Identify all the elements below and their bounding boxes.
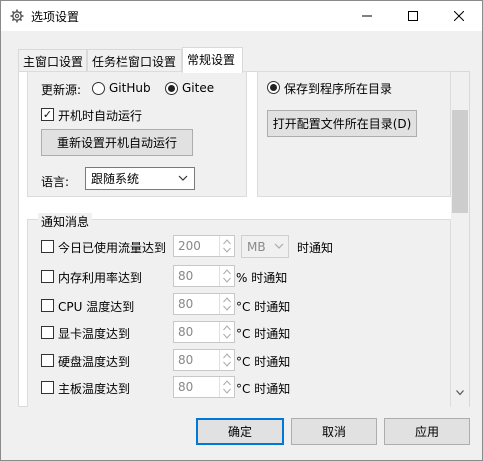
traffic-suffix: 时通知 [297,241,334,255]
update-source-label: 更新源: [41,83,82,97]
mainboard-temp-suffix: °C 时通知 [236,382,291,396]
disk-temp-checkbox[interactable] [41,354,54,367]
gear-icon [10,9,24,23]
maximize-button[interactable] [390,1,436,31]
autostart-label[interactable]: 开机时自动运行 [58,107,142,124]
cpu-temp-label[interactable]: CPU 温度达到 [58,298,134,315]
chevron-up-icon[interactable] [223,239,231,245]
unit-select-value: MB [247,239,266,254]
tab-general[interactable]: 常规设置 [182,47,243,73]
mainboard-temp-label[interactable]: 主板温度达到 [58,380,130,397]
memory-checkbox[interactable] [41,270,54,283]
spinner-value: 200 [178,239,201,253]
spinner-value: 80 [178,353,194,367]
reset-autostart-button[interactable]: 重新设置开机自动运行 [41,129,193,156]
traffic-label[interactable]: 今日已使用流量达到 [58,239,166,256]
open-config-dir-button[interactable]: 打开配置文件所在目录(D) [267,110,417,137]
chevron-down-icon[interactable] [223,305,231,311]
radio-save-to-program-dir[interactable] [267,81,280,94]
close-icon [454,11,464,21]
title-bar[interactable]: 选项设置 [1,1,482,31]
spinner-value: 80 [178,269,194,283]
cpu-temp-suffix: °C 时通知 [236,300,291,314]
chevron-down-icon[interactable] [223,247,231,253]
disk-temp-spinner[interactable]: 80 [173,349,235,371]
notify-group-title: 通知消息 [38,213,93,230]
spinner-arrows[interactable] [219,350,234,370]
radio-gitee[interactable] [165,82,178,95]
disk-temp-label[interactable]: 硬盘温度达到 [58,353,130,370]
traffic-value-spinner[interactable]: 200 [173,235,235,257]
spinner-arrows[interactable] [219,377,234,397]
minimize-button[interactable] [344,1,390,31]
close-button[interactable] [436,1,482,31]
radio-gitee-label[interactable]: Gitee [182,81,214,95]
chevron-down-icon[interactable] [223,388,231,394]
cancel-button[interactable]: 取消 [291,418,377,445]
minimize-icon [362,15,372,17]
disk-temp-suffix: °C 时通知 [236,355,291,369]
spinner-arrows[interactable] [219,322,234,342]
mainboard-temp-spinner[interactable]: 80 [173,376,235,398]
tab-taskbar-window[interactable]: 任务栏窗口设置 [87,49,182,72]
chevron-down-icon[interactable] [456,390,464,396]
tab-label: 常规设置 [187,53,236,67]
chevron-up-icon[interactable] [223,269,231,275]
chevron-down-icon[interactable] [223,361,231,367]
spinner-arrows[interactable] [219,266,234,286]
chevron-up-icon[interactable] [223,353,231,359]
ok-button[interactable]: 确定 [196,418,284,445]
spinner-value: 80 [178,297,194,311]
language-label: 语言: [41,175,70,189]
options-dialog: 选项设置 主窗口设置 任务栏窗口设置 常规设置 更新源: GitHub Gite… [0,0,483,461]
gpu-temp-suffix: °C 时通知 [236,327,291,341]
tab-main-window[interactable]: 主窗口设置 [18,49,87,72]
traffic-unit-select[interactable]: MB [241,235,289,258]
memory-spinner[interactable]: 80 [173,265,235,287]
cpu-temp-spinner[interactable]: 80 [173,293,235,315]
memory-suffix: % 时通知 [236,271,288,285]
gpu-temp-label[interactable]: 显卡温度达到 [58,325,130,342]
chevron-up-icon[interactable] [223,297,231,303]
gpu-temp-spinner[interactable]: 80 [173,321,235,343]
language-select-value: 跟随系统 [91,172,140,186]
panel-scrollbar-thumb[interactable] [452,110,468,213]
window-title: 选项设置 [31,10,80,24]
gpu-temp-checkbox[interactable] [41,326,54,339]
traffic-checkbox[interactable] [41,240,54,253]
chevron-down-icon [178,175,188,181]
chevron-down-icon[interactable] [223,277,231,283]
memory-label[interactable]: 内存利用率达到 [58,269,142,286]
tab-label: 主窗口设置 [23,55,84,69]
apply-button[interactable]: 应用 [384,418,470,445]
chevron-down-icon [274,243,284,249]
mainboard-temp-checkbox[interactable] [41,381,54,394]
cpu-temp-checkbox[interactable] [41,299,54,312]
chevron-up-icon[interactable] [223,325,231,331]
tab-label: 任务栏窗口设置 [92,55,177,69]
save-to-program-dir-label[interactable]: 保存到程序所在目录 [284,80,392,97]
radio-github[interactable] [92,82,105,95]
language-select[interactable]: 跟随系统 [85,167,195,190]
spinner-arrows[interactable] [219,236,234,256]
autostart-checkbox[interactable]: ✓ [41,108,54,121]
chevron-down-icon[interactable] [223,333,231,339]
radio-github-label[interactable]: GitHub [109,81,151,95]
chevron-up-icon[interactable] [223,380,231,386]
spinner-arrows[interactable] [219,294,234,314]
spinner-value: 80 [178,325,194,339]
spinner-value: 80 [178,380,194,394]
maximize-icon [408,11,418,21]
